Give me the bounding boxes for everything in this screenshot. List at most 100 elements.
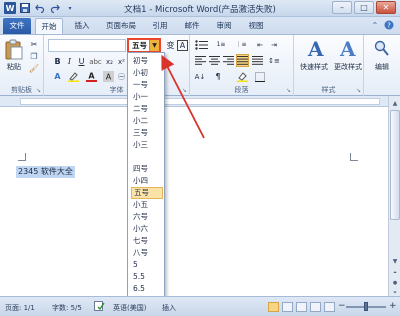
tab-insert[interactable]: 插入: [68, 18, 96, 34]
font-size-option[interactable]: 小一: [131, 91, 163, 103]
shading-icon[interactable]: [236, 71, 248, 82]
multilevel-list-icon[interactable]: ⋮≡: [234, 39, 248, 50]
numbering-icon[interactable]: 1≡: [214, 39, 228, 50]
bold-button[interactable]: B: [52, 56, 63, 67]
font-size-option[interactable]: 五号: [131, 187, 163, 199]
show-marks-icon[interactable]: ¶: [212, 71, 224, 82]
italic-button[interactable]: I: [64, 56, 75, 67]
borders-icon[interactable]: [254, 71, 266, 82]
font-size-option[interactable]: 小三: [131, 139, 163, 151]
help-icon[interactable]: ?: [384, 20, 394, 30]
cut-icon[interactable]: ✂: [29, 39, 39, 49]
justify-icon[interactable]: [236, 54, 249, 67]
maximize-button[interactable]: □: [354, 1, 374, 14]
strikethrough-button[interactable]: abc: [89, 56, 102, 67]
redo-icon[interactable]: [49, 2, 61, 14]
outline-view-button[interactable]: [310, 302, 321, 312]
clipboard-launcher-icon[interactable]: ↘: [36, 87, 41, 94]
scroll-thumb[interactable]: [390, 110, 400, 220]
sort-icon[interactable]: A↓: [194, 71, 206, 82]
collapse-ribbon-icon[interactable]: ⌃: [370, 20, 380, 30]
change-styles-icon[interactable]: A: [340, 37, 356, 61]
document-area[interactable]: [0, 107, 388, 296]
font-size-option[interactable]: 一号: [131, 79, 163, 91]
status-word-count[interactable]: 字数: 5/5: [52, 303, 82, 313]
quick-styles-label[interactable]: 快速样式: [295, 62, 333, 72]
align-left-icon[interactable]: [194, 55, 206, 66]
minimize-button[interactable]: –: [332, 1, 352, 14]
vertical-scrollbar[interactable]: ▲ ▼ ⏶ ● ⏷: [388, 96, 400, 296]
font-size-option[interactable]: 三号: [131, 127, 163, 139]
find-icon[interactable]: [373, 39, 391, 59]
zoom-in-icon[interactable]: +: [389, 301, 397, 311]
horizontal-ruler[interactable]: [0, 96, 400, 107]
phonetic-guide-icon[interactable]: 变: [165, 40, 176, 51]
distributed-icon[interactable]: [251, 55, 263, 66]
underline-button[interactable]: U: [76, 56, 87, 67]
word-logo-icon[interactable]: W: [4, 2, 16, 14]
tab-view[interactable]: 视图: [242, 18, 270, 34]
font-size-option[interactable]: 5.5: [131, 271, 163, 283]
tab-page-layout[interactable]: 页面布局: [100, 18, 142, 34]
font-size-option[interactable]: 初号: [131, 55, 163, 67]
align-center-icon[interactable]: [208, 55, 220, 66]
paragraph-launcher-icon[interactable]: ↘: [286, 87, 291, 94]
font-size-option[interactable]: 小初: [131, 67, 163, 79]
decrease-indent-icon[interactable]: ⇤: [254, 39, 266, 50]
font-size-option[interactable]: 四号: [131, 163, 163, 175]
highlight-icon[interactable]: [68, 71, 79, 82]
superscript-button[interactable]: x²: [116, 56, 127, 67]
text-effects-icon[interactable]: A: [52, 71, 63, 82]
increase-indent-icon[interactable]: ⇥: [268, 39, 280, 50]
scroll-down-icon[interactable]: ▼: [390, 256, 400, 266]
font-size-option[interactable]: 七号: [131, 235, 163, 247]
proofing-icon[interactable]: [94, 301, 105, 313]
styles-launcher-icon[interactable]: ↘: [356, 87, 361, 94]
save-icon[interactable]: [19, 2, 31, 14]
status-insert-mode[interactable]: 插入: [162, 303, 176, 313]
web-layout-view-button[interactable]: [296, 302, 307, 312]
selected-text[interactable]: 2345 软件大全: [16, 166, 75, 178]
tab-mailings[interactable]: 邮件: [178, 18, 206, 34]
tab-file[interactable]: 文件: [3, 18, 31, 34]
undo-icon[interactable]: [34, 2, 46, 14]
zoom-slider-thumb[interactable]: [364, 302, 368, 311]
quick-styles-icon[interactable]: A: [308, 37, 324, 61]
char-border-icon[interactable]: A: [177, 40, 188, 51]
font-size-option[interactable]: 六号: [131, 211, 163, 223]
font-size-option[interactable]: 5: [131, 259, 163, 271]
font-size-option[interactable]: 八号: [131, 247, 163, 259]
scroll-up-icon[interactable]: ▲: [390, 98, 400, 108]
paste-icon[interactable]: [4, 38, 24, 60]
full-screen-view-button[interactable]: [282, 302, 293, 312]
font-launcher-icon[interactable]: ↘: [182, 87, 187, 94]
format-painter-icon[interactable]: 🖌: [29, 63, 39, 73]
enclosed-char-icon[interactable]: ㊀: [116, 71, 127, 82]
browse-object-icon[interactable]: ●: [390, 278, 400, 288]
editing-label[interactable]: 编辑: [366, 62, 398, 72]
font-size-dropdown-arrow[interactable]: ▼: [149, 40, 159, 51]
font-size-option[interactable]: 小五: [131, 199, 163, 211]
customize-toolbar-icon[interactable]: ▾: [64, 2, 76, 14]
zoom-out-icon[interactable]: −: [338, 301, 346, 311]
font-size-option[interactable]: 小六: [131, 223, 163, 235]
prev-page-icon[interactable]: ⏶: [390, 268, 400, 278]
status-language[interactable]: 英语(美国): [113, 303, 146, 313]
font-size-option[interactable]: 二号: [131, 103, 163, 115]
bullets-icon[interactable]: [194, 39, 208, 50]
copy-icon[interactable]: ❐: [29, 51, 39, 61]
font-size-option[interactable]: 小四: [131, 175, 163, 187]
subscript-button[interactable]: x₂: [104, 56, 115, 67]
draft-view-button[interactable]: [324, 302, 335, 312]
paste-label[interactable]: 粘贴: [3, 62, 25, 72]
print-layout-view-button[interactable]: [268, 302, 279, 312]
status-page[interactable]: 页面: 1/1: [5, 303, 35, 313]
close-button[interactable]: ✕: [376, 1, 396, 14]
align-right-icon[interactable]: [222, 55, 234, 66]
tab-home[interactable]: 开始: [35, 18, 63, 34]
line-spacing-icon[interactable]: ↕≡: [268, 55, 280, 66]
change-styles-label[interactable]: 更改样式: [330, 62, 366, 72]
font-size-option[interactable]: 小二: [131, 115, 163, 127]
tab-references[interactable]: 引用: [146, 18, 174, 34]
font-name-combobox[interactable]: [48, 39, 126, 52]
